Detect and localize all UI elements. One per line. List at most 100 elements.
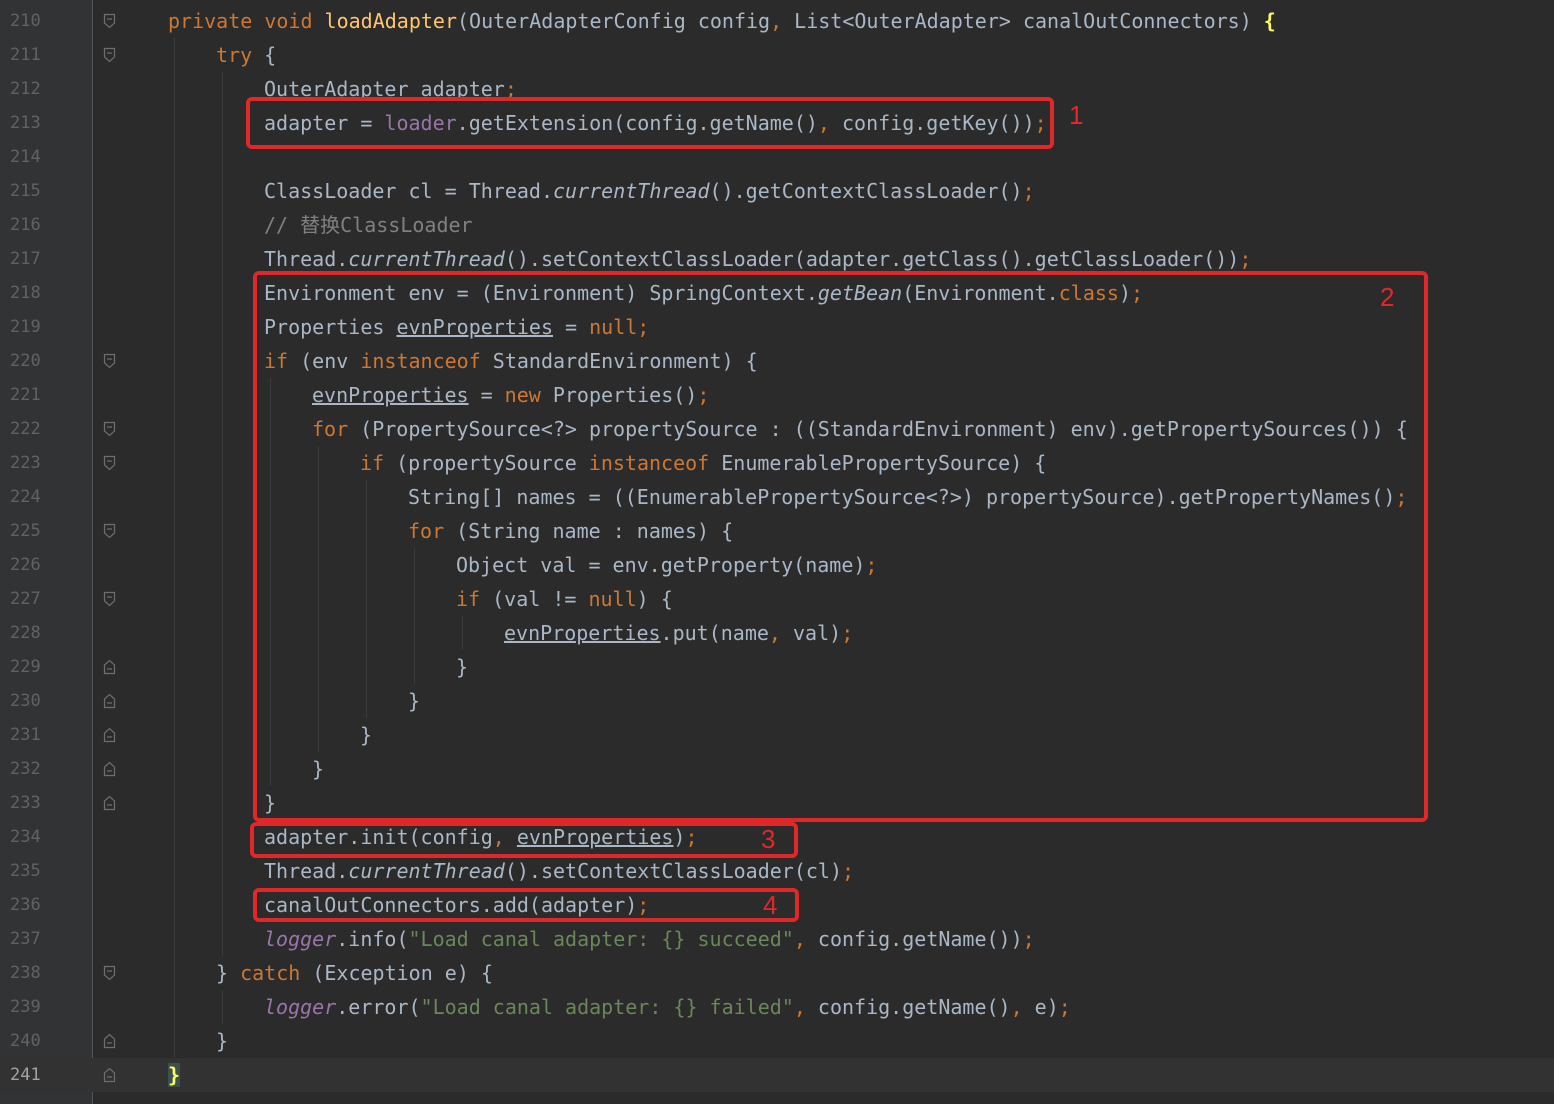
code-line[interactable]: 211 try { bbox=[0, 38, 1554, 72]
code-token: // 替换ClassLoader bbox=[264, 213, 473, 237]
line-number: 227 bbox=[10, 589, 41, 609]
line-number: 213 bbox=[10, 113, 41, 133]
line-number: 229 bbox=[10, 657, 41, 677]
line-number: 211 bbox=[10, 45, 41, 65]
code-token: (OuterAdapterConfig config bbox=[457, 9, 771, 33]
annotation-box-1 bbox=[246, 97, 1054, 149]
line-number: 219 bbox=[10, 317, 41, 337]
code-token: ; bbox=[1239, 247, 1252, 271]
code-token: currentThread bbox=[552, 179, 710, 203]
code-line[interactable]: 241} bbox=[0, 1058, 1554, 1092]
code-token: config.getName() bbox=[817, 995, 1011, 1019]
code-token: List<OuterAdapter> canalOutConnectors) bbox=[794, 9, 1264, 33]
line-number: 235 bbox=[10, 861, 41, 881]
code-token: ; bbox=[1058, 995, 1071, 1019]
line-number: 231 bbox=[10, 725, 41, 745]
line-number: 212 bbox=[10, 79, 41, 99]
code-line[interactable]: 210 private void loadAdapter(OuterAdapter… bbox=[0, 4, 1554, 38]
code-token: { bbox=[264, 43, 277, 67]
line-number: 215 bbox=[10, 181, 41, 201]
line-number: 228 bbox=[10, 623, 41, 643]
line-number: 222 bbox=[10, 419, 41, 439]
fold-close-icon[interactable] bbox=[103, 795, 116, 811]
code-token: , bbox=[770, 9, 795, 33]
code-token: currentThread bbox=[348, 859, 505, 883]
fold-open-icon[interactable] bbox=[103, 965, 116, 981]
code-token: try bbox=[216, 43, 265, 67]
code-line[interactable]: 235 Thread.currentThread().setContextClas… bbox=[0, 854, 1554, 888]
code-text[interactable]: logger.error("Load canal adapter: {} fai… bbox=[264, 994, 1071, 1020]
code-token: , bbox=[793, 995, 818, 1019]
annotation-label-1: 1 bbox=[1069, 100, 1084, 130]
code-token: ; bbox=[1022, 927, 1035, 951]
code-text[interactable]: private void loadAdapter(OuterAdapterCon… bbox=[168, 8, 1276, 34]
code-token: } bbox=[216, 1029, 229, 1053]
code-token: ().setContextClassLoader(adapter.getClas… bbox=[504, 247, 1240, 271]
line-number: 226 bbox=[10, 555, 41, 575]
line-number: 214 bbox=[10, 147, 41, 167]
line-number: 237 bbox=[10, 929, 41, 949]
line-number: 236 bbox=[10, 895, 41, 915]
code-token: loadAdapter bbox=[324, 9, 457, 33]
annotation-box-2 bbox=[253, 271, 1428, 822]
line-number: 230 bbox=[10, 691, 41, 711]
line-number: 233 bbox=[10, 793, 41, 813]
code-text[interactable]: } bbox=[168, 1062, 181, 1088]
code-token: private bbox=[168, 9, 265, 33]
code-text[interactable]: // 替换ClassLoader bbox=[264, 212, 473, 238]
fold-open-icon[interactable] bbox=[103, 13, 116, 29]
line-number: 217 bbox=[10, 249, 41, 269]
fold-open-icon[interactable] bbox=[103, 455, 116, 471]
fold-open-icon[interactable] bbox=[103, 421, 116, 437]
fold-close-icon[interactable] bbox=[103, 1067, 116, 1083]
annotation-label-2: 2 bbox=[1380, 282, 1395, 312]
line-number: 221 bbox=[10, 385, 41, 405]
code-token: Thread. bbox=[264, 859, 349, 883]
fold-open-icon[interactable] bbox=[103, 47, 116, 63]
fold-open-icon[interactable] bbox=[103, 523, 116, 539]
code-token: catch bbox=[240, 961, 313, 985]
code-token: (Exception e) { bbox=[312, 961, 493, 985]
code-token: .info( bbox=[336, 927, 409, 951]
code-token: currentThread bbox=[348, 247, 505, 271]
fold-close-icon[interactable] bbox=[103, 659, 116, 675]
code-token: ; bbox=[842, 859, 855, 883]
code-text[interactable]: } catch (Exception e) { bbox=[216, 960, 493, 986]
fold-close-icon[interactable] bbox=[103, 693, 116, 709]
code-token: ClassLoader cl = Thread. bbox=[264, 179, 553, 203]
fold-open-icon[interactable] bbox=[103, 353, 116, 369]
annotation-box-3 bbox=[250, 822, 798, 858]
code-text[interactable]: Thread.currentThread().setContextClassLo… bbox=[264, 858, 854, 884]
code-token: } bbox=[168, 1063, 181, 1087]
code-token: "Load canal adapter: {} failed" bbox=[420, 995, 794, 1019]
code-token: ().setContextClassLoader(cl) bbox=[504, 859, 842, 883]
fold-close-icon[interactable] bbox=[103, 727, 116, 743]
code-line[interactable]: 216 // 替换ClassLoader bbox=[0, 208, 1554, 242]
code-line[interactable]: 237 logger.info("Load canal adapter: {} s… bbox=[0, 922, 1554, 956]
code-line[interactable]: 215 ClassLoader cl = Thread.currentThread… bbox=[0, 174, 1554, 208]
code-token: } bbox=[216, 961, 241, 985]
code-text[interactable]: Thread.currentThread().setContextClassLo… bbox=[264, 246, 1251, 272]
fold-open-icon[interactable] bbox=[103, 591, 116, 607]
code-line[interactable]: 240} bbox=[0, 1024, 1554, 1058]
annotation-label-3: 3 bbox=[761, 824, 776, 854]
line-number: 224 bbox=[10, 487, 41, 507]
line-number: 240 bbox=[10, 1031, 41, 1051]
code-token: .error( bbox=[336, 995, 421, 1019]
fold-close-icon[interactable] bbox=[103, 1033, 116, 1049]
code-token: { bbox=[1263, 9, 1276, 33]
code-text[interactable]: try { bbox=[216, 42, 276, 68]
annotation-label-4: 4 bbox=[763, 890, 778, 920]
code-token: ().getContextClassLoader() bbox=[709, 179, 1023, 203]
code-token: e) bbox=[1034, 995, 1059, 1019]
line-number: 232 bbox=[10, 759, 41, 779]
code-text[interactable]: } bbox=[216, 1028, 228, 1054]
fold-close-icon[interactable] bbox=[103, 761, 116, 777]
line-number: 239 bbox=[10, 997, 41, 1017]
code-text[interactable]: ClassLoader cl = Thread.currentThread().… bbox=[264, 178, 1035, 204]
code-text[interactable]: logger.info("Load canal adapter: {} succ… bbox=[264, 926, 1035, 952]
code-line[interactable]: 239 logger.error("Load canal adapter: {} … bbox=[0, 990, 1554, 1024]
code-line[interactable]: 238} catch (Exception e) { bbox=[0, 956, 1554, 990]
code-token: , bbox=[1010, 995, 1035, 1019]
line-number: 234 bbox=[10, 827, 41, 847]
